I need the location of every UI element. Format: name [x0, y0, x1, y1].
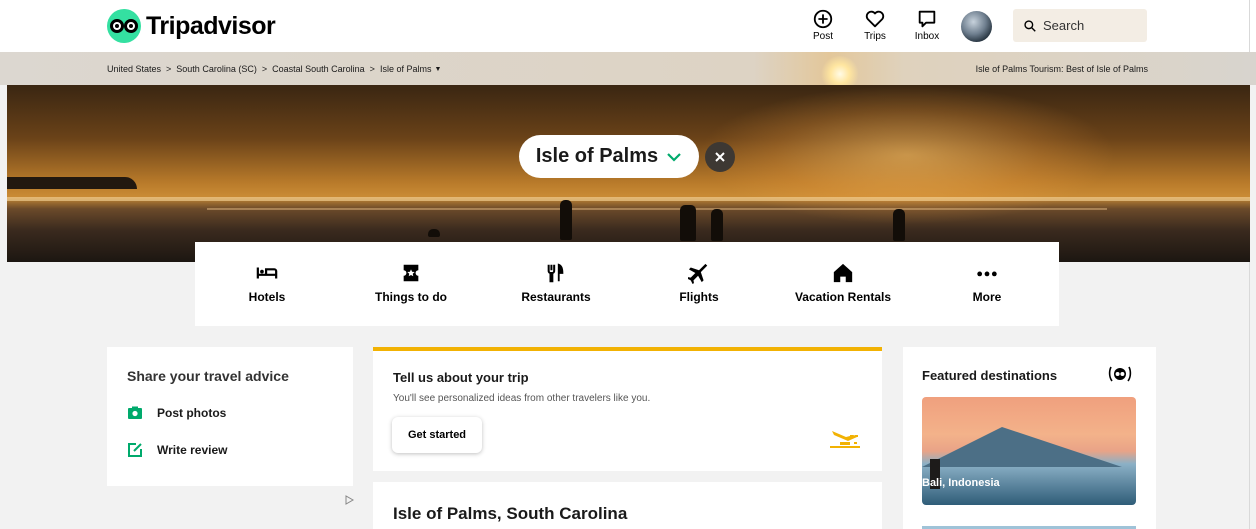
edit-icon: [128, 443, 142, 457]
breadcrumb-item-country[interactable]: United States: [107, 64, 161, 74]
camera-icon: [128, 406, 142, 419]
beach-person: [560, 200, 572, 240]
get-started-button[interactable]: Get started: [392, 417, 482, 453]
inbox-button[interactable]: Inbox: [907, 8, 947, 42]
beach-person: [680, 205, 696, 241]
fork-knife-icon: [547, 263, 564, 283]
post-label: Post: [812, 31, 833, 42]
message-icon: [918, 10, 936, 28]
plus-circle-icon: [813, 9, 833, 29]
search-button[interactable]: Search: [1013, 9, 1147, 42]
beach-dog: [428, 229, 440, 237]
category-label: Vacation Rentals: [794, 290, 892, 304]
category-label: Things to do: [375, 290, 447, 304]
trip-title: Tell us about your trip: [393, 370, 529, 385]
destination-name: Isle of Palms: [535, 145, 659, 167]
search-icon: [1024, 19, 1036, 32]
share-title: Share your travel advice: [127, 368, 289, 384]
trip-planner-card: Tell us about your trip You'll see perso…: [373, 347, 882, 471]
featured-destination-image[interactable]: Bali, Indonesia: [922, 397, 1136, 505]
featured-title: Featured destinations: [922, 368, 1058, 383]
breadcrumb-separator: >: [369, 64, 375, 74]
breadcrumb-bar: United States > South Carolina (SC) > Co…: [0, 52, 1256, 85]
ad-choices-icon[interactable]: [344, 495, 354, 505]
destination-overview-card: Isle of Palms, South Carolina: [373, 482, 882, 529]
category-label: Hotels: [248, 290, 286, 304]
share-advice-card: Share your travel advice Post photos Wri…: [107, 347, 353, 486]
destination-title: Isle of Palms, South Carolina: [393, 504, 628, 523]
post-button[interactable]: Post: [803, 8, 843, 42]
close-icon: [715, 152, 725, 162]
category-bar: Hotels Things to do Restaurants Flights …: [195, 242, 1059, 326]
airplane-landing-icon: [830, 431, 860, 448]
house-icon: [833, 263, 853, 283]
search-label: Search: [1043, 18, 1085, 33]
destination-selector[interactable]: Isle of Palms: [519, 135, 699, 178]
category-more[interactable]: More: [957, 242, 1017, 326]
category-vacation-rentals[interactable]: Vacation Rentals: [785, 242, 901, 326]
owl-logo-icon: [107, 9, 141, 43]
breadcrumb-item-region[interactable]: Coastal South Carolina: [272, 64, 365, 74]
category-restaurants[interactable]: Restaurants: [506, 242, 606, 326]
tourism-heading: Isle of Palms Tourism: Best of Isle of P…: [975, 64, 1148, 74]
shoreline: [7, 177, 137, 189]
page: Tripadvisor Post Trips Inbox Search Unit…: [0, 0, 1256, 529]
featured-destination-label: Bali, Indonesia: [922, 477, 1000, 489]
travelers-choice-award-icon: [1108, 366, 1132, 382]
trip-subtitle: You'll see personalized ideas from other…: [393, 393, 651, 404]
more-dots-icon: [977, 271, 997, 277]
clear-destination-button[interactable]: [705, 142, 735, 172]
trips-label: Trips: [864, 31, 886, 42]
ticket-icon: [403, 264, 419, 282]
breadcrumb-item-city[interactable]: Isle of Palms: [380, 64, 432, 74]
heart-icon: [865, 10, 885, 28]
breadcrumb-separator: >: [166, 64, 172, 74]
category-flights[interactable]: Flights: [659, 242, 739, 326]
breadcrumb-separator: >: [261, 64, 268, 74]
tripadvisor-logo[interactable]: Tripadvisor: [107, 9, 276, 43]
mountain-silhouette: [922, 427, 1122, 467]
airplane-icon: [688, 263, 708, 284]
sunset-glow: [697, 85, 1117, 225]
beach-person: [711, 209, 723, 241]
wave-line: [7, 197, 1250, 201]
post-photos-label: Post photos: [157, 406, 227, 420]
category-label: More: [972, 290, 1002, 304]
category-label: Restaurants: [521, 290, 591, 304]
category-hotels[interactable]: Hotels: [225, 242, 309, 326]
brand-name: Tripadvisor: [146, 11, 276, 40]
category-label: Flights: [679, 290, 719, 304]
wave-line: [207, 208, 1107, 210]
inbox-label: Inbox: [914, 31, 940, 42]
post-photos-button[interactable]: Post photos: [127, 405, 226, 421]
caret-down-icon[interactable]: ▼: [434, 66, 441, 73]
breadcrumb-item-state[interactable]: South Carolina (SC): [176, 64, 257, 74]
bed-icon: [256, 267, 278, 279]
avatar[interactable]: [961, 11, 992, 42]
chevron-down-icon: [667, 152, 681, 162]
write-review-button[interactable]: Write review: [127, 442, 227, 458]
write-review-label: Write review: [157, 443, 228, 457]
trips-button[interactable]: Trips: [855, 8, 895, 42]
top-bar: Tripadvisor Post Trips Inbox Search: [0, 0, 1256, 52]
breadcrumb: United States > South Carolina (SC) > Co…: [107, 64, 441, 74]
beach-person: [893, 209, 905, 241]
featured-destinations-card: Featured destinations Bali, Indonesia: [903, 347, 1156, 529]
category-things-to-do[interactable]: Things to do: [361, 242, 461, 326]
